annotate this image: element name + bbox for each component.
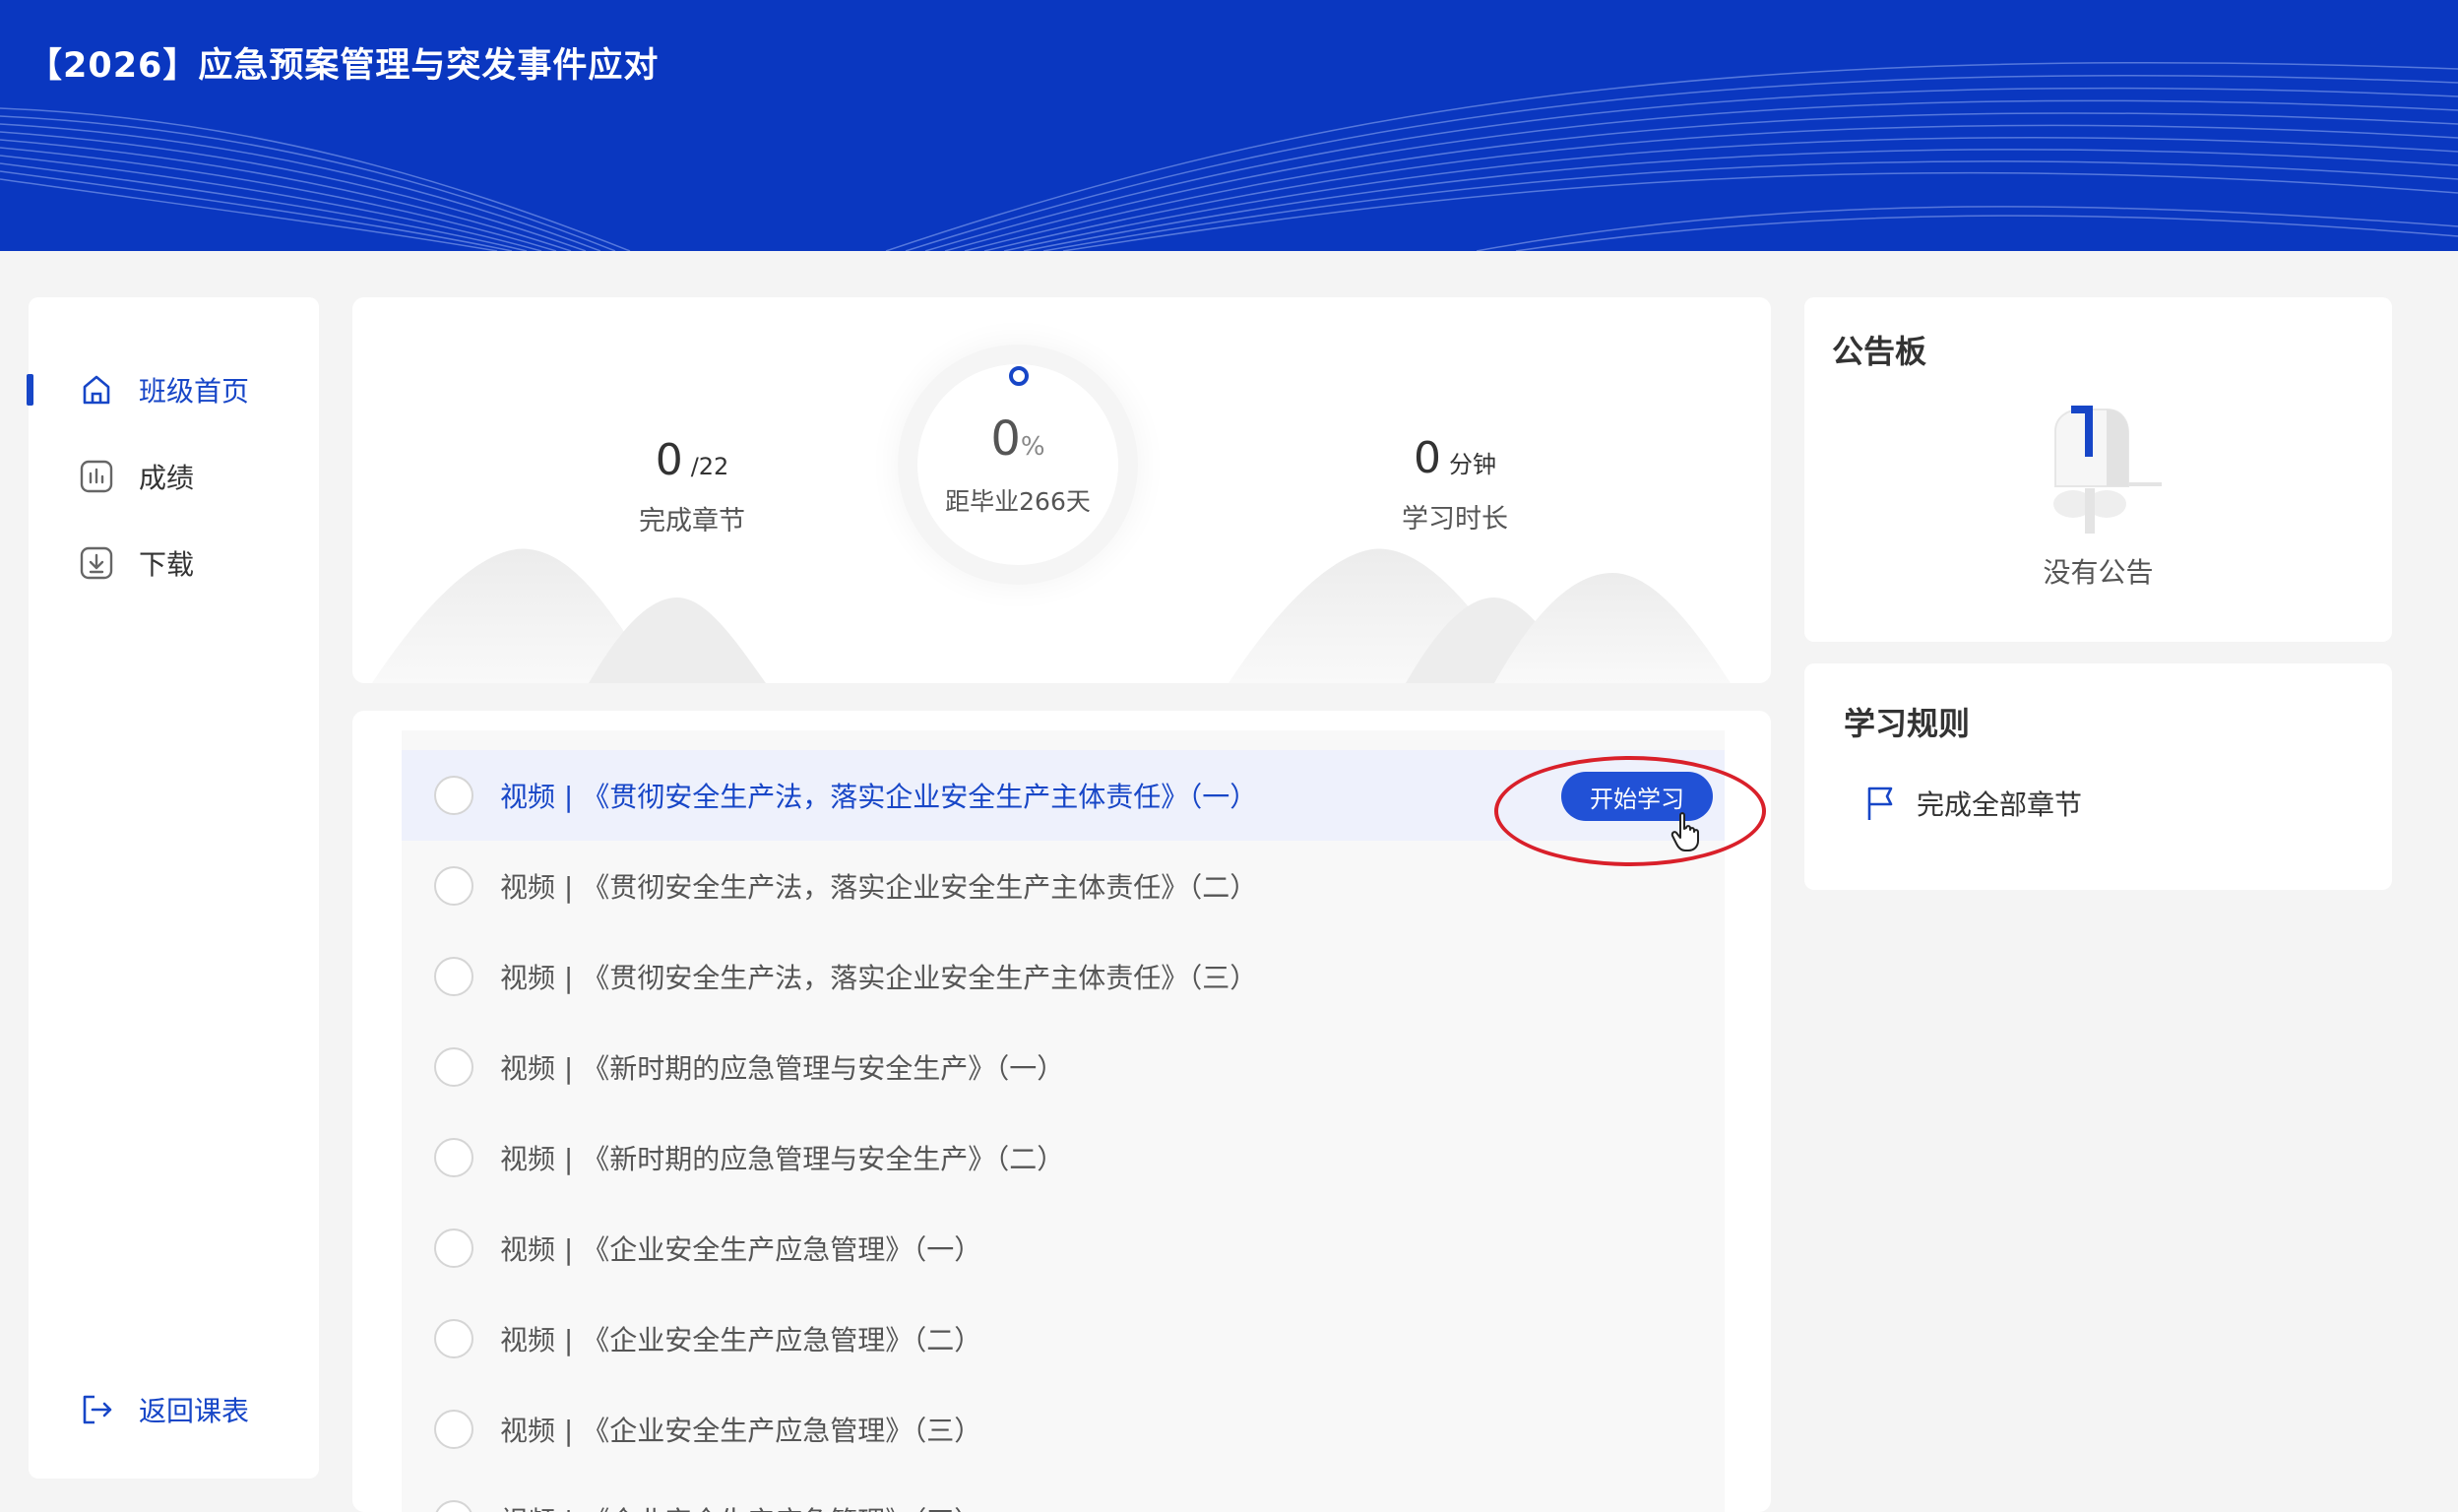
- chapter-checkbox[interactable]: [434, 866, 473, 906]
- stat-chapters: 0/22 完成章节: [569, 435, 815, 537]
- chapter-row[interactable]: 视频 | 《企业安全生产应急管理》（三）: [402, 1384, 1725, 1475]
- progress-ring: 0% 距毕业266天: [900, 297, 1136, 622]
- duration-unit: 分钟: [1449, 451, 1496, 478]
- rule-label: 完成全部章节: [1917, 788, 2083, 821]
- mailbox-icon: [2053, 406, 2162, 534]
- chapter-checkbox[interactable]: [434, 957, 473, 996]
- stat-duration: 0 分钟 学习时长: [1337, 433, 1573, 536]
- header-banner: 【2026】应急预案管理与突发事件应对: [0, 0, 2458, 251]
- chapter-title[interactable]: 视频 | 《企业安全生产应急管理》（三）: [500, 1410, 981, 1449]
- chapter-row[interactable]: 视频 | 《新时期的应急管理与安全生产》（一）: [402, 1022, 1725, 1112]
- chapter-checkbox[interactable]: [434, 1410, 473, 1449]
- sidebar-item-label: 成绩: [139, 462, 195, 494]
- back-to-schedule-link[interactable]: 返回课表: [29, 1382, 319, 1437]
- chart-icon: [78, 458, 115, 495]
- sidebar-item-download[interactable]: 下载: [29, 536, 319, 591]
- progress-unit: %: [1020, 432, 1045, 462]
- course-title: 【2026】应急预案管理与突发事件应对: [28, 46, 660, 86]
- sidebar-item-label: 班级首页: [139, 375, 250, 408]
- chapters-total: /22: [690, 453, 729, 480]
- sidebar-item-home[interactable]: 班级首页: [27, 362, 319, 417]
- chapter-checkbox[interactable]: [434, 776, 473, 815]
- rule-item: 完成全部章节: [1863, 784, 2082, 823]
- chapter-checkbox[interactable]: [434, 1228, 473, 1268]
- rules-title: 学习规则: [1844, 705, 1971, 742]
- chapter-checkbox[interactable]: [434, 1138, 473, 1177]
- chapter-row[interactable]: 视频 | 《企业安全生产应急管理》（二）: [402, 1293, 1725, 1384]
- notice-board: 公告板 没有公告: [1804, 297, 2392, 642]
- duration-value: 0: [1414, 433, 1441, 483]
- chapter-checkbox[interactable]: [434, 1500, 473, 1512]
- chapter-title[interactable]: 视频 | 《贯彻安全生产法，落实企业安全生产主体责任》（一）: [500, 776, 1257, 815]
- progress-marker: [1009, 366, 1029, 386]
- flag-icon: [1867, 787, 1893, 820]
- chapter-row[interactable]: 视频 | 《企业安全生产应急管理》（四）: [402, 1475, 1725, 1512]
- chapter-row[interactable]: 视频 | 《贯彻安全生产法，落实企业安全生产主体责任》（一） 开始学习: [402, 750, 1766, 866]
- chapter-title[interactable]: 视频 | 《企业安全生产应急管理》（四）: [500, 1500, 981, 1512]
- download-icon: [78, 544, 115, 582]
- study-rules-card: 学习规则 完成全部章节: [1804, 663, 2392, 890]
- duration-label: 学习时长: [1402, 504, 1508, 535]
- chapter-row[interactable]: 视频 | 《贯彻安全生产法，落实企业安全生产主体责任》（三）: [402, 931, 1725, 1022]
- sidebar-item-label: 下载: [139, 548, 195, 581]
- chapter-row[interactable]: 视频 | 《企业安全生产应急管理》（一）: [402, 1203, 1725, 1293]
- chapter-list: 视频 | 《贯彻安全生产法，落实企业安全生产主体责任》（一） 开始学习 视频 |…: [402, 730, 1766, 1512]
- chapter-title[interactable]: 视频 | 《新时期的应急管理与安全生产》（一）: [500, 1047, 1064, 1087]
- chapter-title[interactable]: 视频 | 《新时期的应急管理与安全生产》（二）: [500, 1138, 1064, 1177]
- chapters-label: 完成章节: [639, 506, 745, 536]
- chapter-checkbox[interactable]: [434, 1319, 473, 1358]
- chapters-done: 0: [655, 435, 683, 485]
- sidebar-item-grades[interactable]: 成绩: [29, 449, 319, 504]
- chapter-row[interactable]: 视频 | 《贯彻安全生产法，落实企业安全生产主体责任》（二）: [402, 841, 1725, 931]
- notice-title: 公告板: [1832, 333, 1927, 370]
- stats-card: 0/22 完成章节 0% 距毕业266天 0 分钟 学习时长: [352, 297, 1771, 683]
- chapter-title[interactable]: 视频 | 《企业安全生产应急管理》（二）: [500, 1319, 981, 1358]
- back-label: 返回课表: [139, 1395, 250, 1427]
- graduation-countdown: 距毕业266天: [945, 487, 1091, 516]
- sidebar: 班级首页 成绩 下载 返回课表: [27, 297, 319, 1479]
- empty-notice-text: 没有公告: [2043, 556, 2154, 589]
- chapter-title[interactable]: 视频 | 《贯彻安全生产法，落实企业安全生产主体责任》（三）: [500, 957, 1257, 996]
- exit-icon: [78, 1391, 115, 1428]
- active-indicator: [27, 374, 33, 406]
- home-icon: [78, 371, 115, 409]
- progress-circle: 0% 距毕业266天: [917, 364, 1118, 565]
- chapter-list-card: 视频 | 《贯彻安全生产法，落实企业安全生产主体责任》（一） 开始学习 视频 |…: [352, 711, 1771, 1512]
- chapter-title[interactable]: 视频 | 《企业安全生产应急管理》（一）: [500, 1228, 981, 1268]
- chapter-checkbox[interactable]: [434, 1047, 473, 1087]
- chapter-row[interactable]: 视频 | 《新时期的应急管理与安全生产》（二）: [402, 1112, 1725, 1203]
- progress-value: 0: [990, 411, 1021, 467]
- chapter-title[interactable]: 视频 | 《贯彻安全生产法，落实企业安全生产主体责任》（二）: [500, 866, 1257, 906]
